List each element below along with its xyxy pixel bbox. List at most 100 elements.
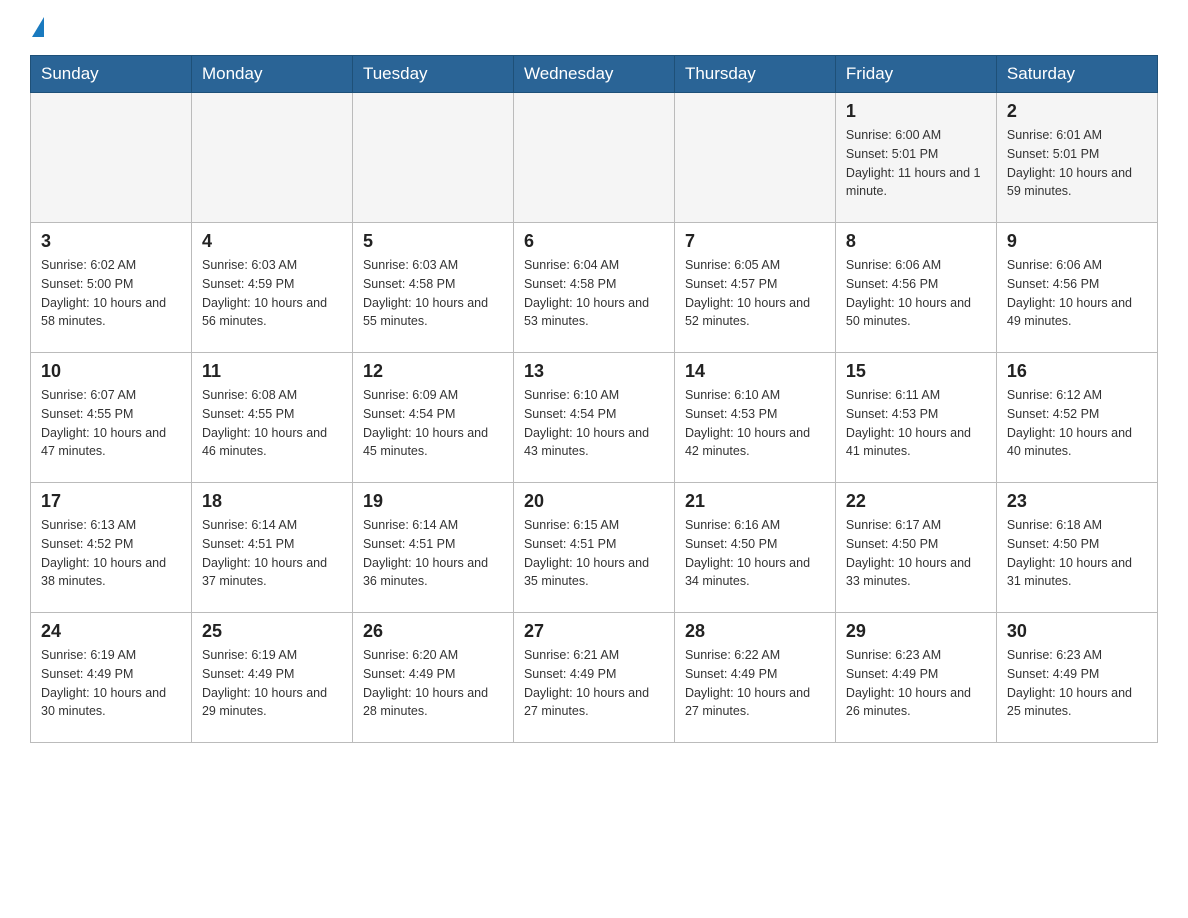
day-number: 24 bbox=[41, 621, 181, 642]
day-info: Sunrise: 6:07 AMSunset: 4:55 PMDaylight:… bbox=[41, 386, 181, 461]
week-row-2: 3Sunrise: 6:02 AMSunset: 5:00 PMDaylight… bbox=[31, 223, 1158, 353]
day-number: 23 bbox=[1007, 491, 1147, 512]
calendar-cell: 13Sunrise: 6:10 AMSunset: 4:54 PMDayligh… bbox=[513, 353, 674, 483]
day-info: Sunrise: 6:14 AMSunset: 4:51 PMDaylight:… bbox=[202, 516, 342, 591]
day-info: Sunrise: 6:23 AMSunset: 4:49 PMDaylight:… bbox=[1007, 646, 1147, 721]
calendar-cell: 15Sunrise: 6:11 AMSunset: 4:53 PMDayligh… bbox=[835, 353, 996, 483]
day-number: 2 bbox=[1007, 101, 1147, 122]
calendar-cell: 6 Sunrise: 6:04 AMSunset: 4:58 PMDaylight… bbox=[513, 223, 674, 353]
calendar-cell: 2 Sunrise: 6:01 AMSunset: 5:01 PMDaylight… bbox=[996, 93, 1157, 223]
day-number: 29 bbox=[846, 621, 986, 642]
logo-triangle-icon bbox=[32, 17, 44, 37]
day-info: Sunrise: 6:19 AMSunset: 4:49 PMDaylight:… bbox=[202, 646, 342, 721]
day-number: 5 bbox=[363, 231, 503, 252]
weekday-header-sunday: Sunday bbox=[31, 56, 192, 93]
weekday-header-wednesday: Wednesday bbox=[513, 56, 674, 93]
calendar-cell: 29Sunrise: 6:23 AMSunset: 4:49 PMDayligh… bbox=[835, 613, 996, 743]
day-number: 19 bbox=[363, 491, 503, 512]
day-info: Sunrise: 6:19 AMSunset: 4:49 PMDaylight:… bbox=[41, 646, 181, 721]
weekday-header-monday: Monday bbox=[191, 56, 352, 93]
day-info: Sunrise: 6:14 AMSunset: 4:51 PMDaylight:… bbox=[363, 516, 503, 591]
day-number: 28 bbox=[685, 621, 825, 642]
calendar-cell: 18 Sunrise: 6:14 AMSunset: 4:51 PMDayligh… bbox=[191, 483, 352, 613]
day-number: 7 bbox=[685, 231, 825, 252]
calendar-cell bbox=[31, 93, 192, 223]
day-number: 8 bbox=[846, 231, 986, 252]
day-number: 9 bbox=[1007, 231, 1147, 252]
day-info: Sunrise: 6:21 AMSunset: 4:49 PMDaylight:… bbox=[524, 646, 664, 721]
day-number: 16 bbox=[1007, 361, 1147, 382]
calendar-cell: 9 Sunrise: 6:06 AMSunset: 4:56 PMDaylight… bbox=[996, 223, 1157, 353]
calendar-cell: 17 Sunrise: 6:13 AMSunset: 4:52 PMDayligh… bbox=[31, 483, 192, 613]
week-row-1: 1 Sunrise: 6:00 AMSunset: 5:01 PMDaylight… bbox=[31, 93, 1158, 223]
day-number: 18 bbox=[202, 491, 342, 512]
day-info: Sunrise: 6:15 AMSunset: 4:51 PMDaylight:… bbox=[524, 516, 664, 591]
day-info: Sunrise: 6:12 AMSunset: 4:52 PMDaylight:… bbox=[1007, 386, 1147, 461]
calendar-cell: 7 Sunrise: 6:05 AMSunset: 4:57 PMDaylight… bbox=[674, 223, 835, 353]
day-info: Sunrise: 6:05 AMSunset: 4:57 PMDaylight:… bbox=[685, 256, 825, 331]
calendar-cell bbox=[352, 93, 513, 223]
day-number: 12 bbox=[363, 361, 503, 382]
day-number: 22 bbox=[846, 491, 986, 512]
calendar-cell: 30 Sunrise: 6:23 AMSunset: 4:49 PMDayligh… bbox=[996, 613, 1157, 743]
logo bbox=[30, 20, 44, 37]
calendar-cell: 10 Sunrise: 6:07 AMSunset: 4:55 PMDayligh… bbox=[31, 353, 192, 483]
day-info: Sunrise: 6:22 AMSunset: 4:49 PMDaylight:… bbox=[685, 646, 825, 721]
calendar-cell: 26 Sunrise: 6:20 AMSunset: 4:49 PMDayligh… bbox=[352, 613, 513, 743]
day-number: 26 bbox=[363, 621, 503, 642]
day-info: Sunrise: 6:00 AMSunset: 5:01 PMDaylight:… bbox=[846, 126, 986, 201]
day-info: Sunrise: 6:10 AMSunset: 4:53 PMDaylight:… bbox=[685, 386, 825, 461]
day-info: Sunrise: 6:06 AMSunset: 4:56 PMDaylight:… bbox=[1007, 256, 1147, 331]
calendar-cell: 23 Sunrise: 6:18 AMSunset: 4:50 PMDayligh… bbox=[996, 483, 1157, 613]
day-number: 1 bbox=[846, 101, 986, 122]
day-info: Sunrise: 6:11 AMSunset: 4:53 PMDaylight:… bbox=[846, 386, 986, 461]
weekday-header-thursday: Thursday bbox=[674, 56, 835, 93]
day-number: 4 bbox=[202, 231, 342, 252]
calendar-cell bbox=[674, 93, 835, 223]
calendar-cell: 25 Sunrise: 6:19 AMSunset: 4:49 PMDayligh… bbox=[191, 613, 352, 743]
calendar-cell bbox=[191, 93, 352, 223]
calendar-cell: 21 Sunrise: 6:16 AMSunset: 4:50 PMDayligh… bbox=[674, 483, 835, 613]
calendar-cell: 28 Sunrise: 6:22 AMSunset: 4:49 PMDayligh… bbox=[674, 613, 835, 743]
day-number: 6 bbox=[524, 231, 664, 252]
day-info: Sunrise: 6:06 AMSunset: 4:56 PMDaylight:… bbox=[846, 256, 986, 331]
day-info: Sunrise: 6:13 AMSunset: 4:52 PMDaylight:… bbox=[41, 516, 181, 591]
day-number: 30 bbox=[1007, 621, 1147, 642]
day-number: 21 bbox=[685, 491, 825, 512]
calendar-cell: 12Sunrise: 6:09 AMSunset: 4:54 PMDayligh… bbox=[352, 353, 513, 483]
calendar-cell: 24 Sunrise: 6:19 AMSunset: 4:49 PMDayligh… bbox=[31, 613, 192, 743]
day-info: Sunrise: 6:03 AMSunset: 4:58 PMDaylight:… bbox=[363, 256, 503, 331]
day-number: 13 bbox=[524, 361, 664, 382]
calendar-cell: 19 Sunrise: 6:14 AMSunset: 4:51 PMDayligh… bbox=[352, 483, 513, 613]
calendar-cell bbox=[513, 93, 674, 223]
weekday-header-tuesday: Tuesday bbox=[352, 56, 513, 93]
day-number: 25 bbox=[202, 621, 342, 642]
day-info: Sunrise: 6:01 AMSunset: 5:01 PMDaylight:… bbox=[1007, 126, 1147, 201]
day-number: 17 bbox=[41, 491, 181, 512]
day-number: 10 bbox=[41, 361, 181, 382]
day-info: Sunrise: 6:18 AMSunset: 4:50 PMDaylight:… bbox=[1007, 516, 1147, 591]
calendar-cell: 22 Sunrise: 6:17 AMSunset: 4:50 PMDayligh… bbox=[835, 483, 996, 613]
day-number: 27 bbox=[524, 621, 664, 642]
calendar-cell: 8 Sunrise: 6:06 AMSunset: 4:56 PMDaylight… bbox=[835, 223, 996, 353]
weekday-header-row: SundayMondayTuesdayWednesdayThursdayFrid… bbox=[31, 56, 1158, 93]
page-header bbox=[30, 20, 1158, 37]
calendar-cell: 4 Sunrise: 6:03 AMSunset: 4:59 PMDaylight… bbox=[191, 223, 352, 353]
calendar-cell: 11Sunrise: 6:08 AMSunset: 4:55 PMDayligh… bbox=[191, 353, 352, 483]
day-info: Sunrise: 6:04 AMSunset: 4:58 PMDaylight:… bbox=[524, 256, 664, 331]
calendar-cell: 16 Sunrise: 6:12 AMSunset: 4:52 PMDayligh… bbox=[996, 353, 1157, 483]
day-number: 14 bbox=[685, 361, 825, 382]
day-info: Sunrise: 6:03 AMSunset: 4:59 PMDaylight:… bbox=[202, 256, 342, 331]
calendar-cell: 1 Sunrise: 6:00 AMSunset: 5:01 PMDaylight… bbox=[835, 93, 996, 223]
weekday-header-saturday: Saturday bbox=[996, 56, 1157, 93]
calendar-cell: 5 Sunrise: 6:03 AMSunset: 4:58 PMDaylight… bbox=[352, 223, 513, 353]
week-row-3: 10 Sunrise: 6:07 AMSunset: 4:55 PMDayligh… bbox=[31, 353, 1158, 483]
week-row-4: 17 Sunrise: 6:13 AMSunset: 4:52 PMDayligh… bbox=[31, 483, 1158, 613]
day-info: Sunrise: 6:17 AMSunset: 4:50 PMDaylight:… bbox=[846, 516, 986, 591]
day-info: Sunrise: 6:20 AMSunset: 4:49 PMDaylight:… bbox=[363, 646, 503, 721]
week-row-5: 24 Sunrise: 6:19 AMSunset: 4:49 PMDayligh… bbox=[31, 613, 1158, 743]
day-number: 3 bbox=[41, 231, 181, 252]
day-info: Sunrise: 6:16 AMSunset: 4:50 PMDaylight:… bbox=[685, 516, 825, 591]
weekday-header-friday: Friday bbox=[835, 56, 996, 93]
calendar-cell: 3Sunrise: 6:02 AMSunset: 5:00 PMDaylight… bbox=[31, 223, 192, 353]
